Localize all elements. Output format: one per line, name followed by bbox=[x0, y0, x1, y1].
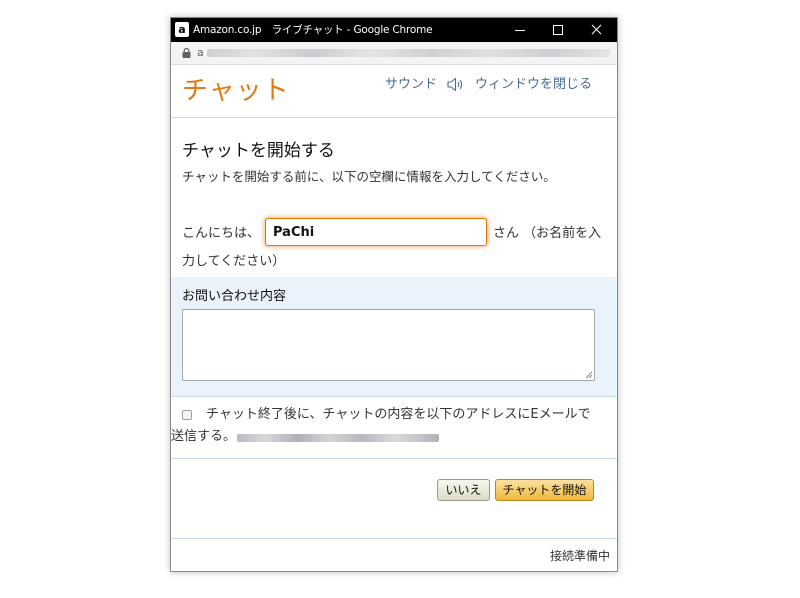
amazon-logo-icon: a bbox=[175, 22, 189, 37]
start-chat-description: チャットを開始する前に、以下の空欄に情報を入力してください。 bbox=[182, 169, 556, 184]
minimize-button[interactable] bbox=[501, 18, 539, 42]
connection-status: 接続準備中 bbox=[549, 549, 610, 563]
start-chat-button[interactable]: チャットを開始 bbox=[495, 479, 594, 501]
email-transcript-checkbox[interactable] bbox=[182, 410, 192, 420]
url-redacted bbox=[207, 49, 611, 57]
close-window-link[interactable]: ウィンドウを閉じる bbox=[475, 76, 592, 94]
inquiry-section: お問い合わせ内容 bbox=[171, 277, 617, 396]
window-title: Amazon.co.jp ライブチャット - Google Chrome bbox=[193, 24, 433, 36]
no-button[interactable]: いいえ bbox=[437, 479, 490, 501]
close-window-button[interactable] bbox=[577, 18, 615, 42]
lock-icon bbox=[182, 48, 191, 58]
email-transcript-section: チャット終了後に、チャットの内容を以下のアドレスにEメールで 送信する。 bbox=[171, 396, 617, 459]
resize-grip-icon[interactable] bbox=[584, 370, 593, 379]
title-bar[interactable]: a Amazon.co.jp ライブチャット - Google Chrome bbox=[171, 18, 617, 42]
inquiry-label: お問い合わせ内容 bbox=[182, 289, 287, 304]
name-input[interactable] bbox=[265, 218, 487, 246]
inquiry-textarea[interactable] bbox=[182, 309, 595, 381]
chat-header: チャット サウンド ウィンドウを閉じる bbox=[171, 65, 617, 118]
address-bar[interactable]: a bbox=[171, 42, 617, 65]
email-address-redacted bbox=[237, 434, 439, 442]
chat-window: a Amazon.co.jp ライブチャット - Google Chrome a… bbox=[170, 17, 618, 572]
sound-toggle-link[interactable]: サウンド bbox=[385, 76, 437, 94]
url-text: a bbox=[197, 46, 204, 59]
greeting-suffix: さん （お名前を入 bbox=[493, 226, 602, 241]
email-transcript-label: チャット終了後に、チャットの内容を以下のアドレスにEメールで bbox=[206, 407, 591, 422]
status-bar: 接続準備中 bbox=[171, 538, 617, 571]
start-chat-heading: チャットを開始する bbox=[182, 141, 335, 161]
speaker-icon[interactable] bbox=[446, 75, 465, 94]
maximize-button[interactable] bbox=[539, 18, 577, 42]
chat-title: チャット bbox=[182, 76, 290, 106]
email-transcript-label-wrap: 送信する。 bbox=[171, 429, 237, 444]
greeting-prefix: こんにちは、 bbox=[182, 226, 261, 241]
greeting-suffix-wrap: 力してください） bbox=[182, 254, 286, 269]
